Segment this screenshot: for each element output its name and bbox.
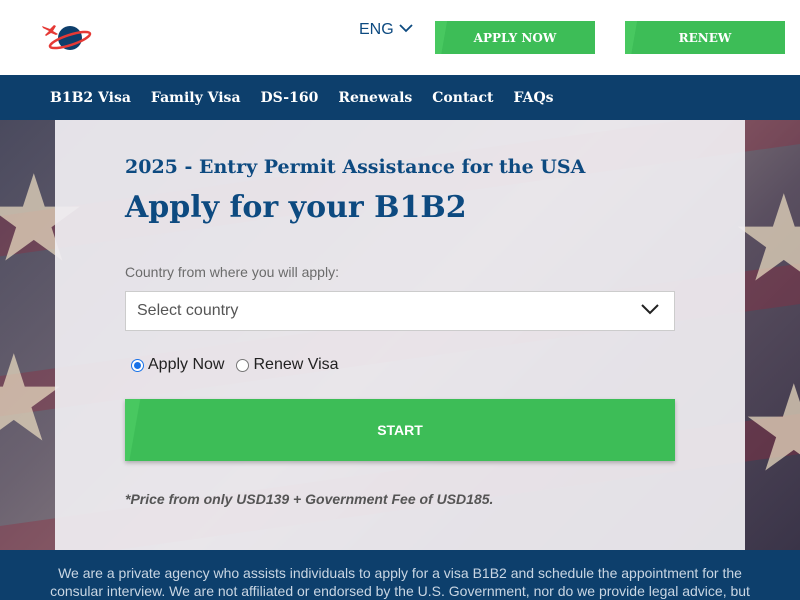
language-selector[interactable]: ENG — [359, 20, 414, 40]
radio-renew-visa-label: Renew Visa — [253, 356, 339, 373]
nav-item-faqs[interactable]: FAQs — [513, 90, 553, 106]
card-title: Apply for your B1B2 — [125, 190, 467, 225]
language-label: ENG — [359, 21, 394, 38]
application-card: 2025 - Entry Permit Assistance for the U… — [55, 120, 745, 550]
country-select-value: Select country — [137, 302, 239, 319]
chevron-down-icon — [398, 20, 414, 41]
globe-plane-logo[interactable] — [38, 20, 94, 56]
radio-option-apply-now[interactable]: Apply Now — [131, 356, 224, 374]
price-note: *Price from only USD139 + Government Fee… — [125, 491, 494, 507]
radio-apply-now-label: Apply Now — [148, 356, 225, 373]
start-button[interactable]: START — [125, 399, 675, 461]
chevron-down-icon — [640, 302, 660, 321]
renew-button[interactable]: RENEW — [625, 21, 785, 54]
country-label: Country from where you will apply: — [125, 264, 339, 280]
nav-item-contact[interactable]: Contact — [432, 90, 493, 106]
disclaimer-footer: We are a private agency who assists indi… — [0, 550, 800, 600]
disclaimer-text: We are a private agency who assists indi… — [50, 565, 750, 599]
nav-item-renewals[interactable]: Renewals — [338, 90, 412, 106]
apply-type-radios: Apply Now Renew Visa — [131, 356, 339, 374]
renew-label: RENEW — [678, 30, 732, 45]
radio-apply-now[interactable] — [131, 358, 144, 372]
radio-renew-visa[interactable] — [236, 358, 250, 372]
radio-option-renew-visa[interactable]: Renew Visa — [236, 356, 339, 374]
nav-item-b1b2-visa[interactable]: B1B2 Visa — [50, 90, 131, 106]
start-button-label: START — [377, 422, 423, 438]
star-icon: ★ — [740, 360, 800, 499]
nav-item-ds-160[interactable]: DS-160 — [261, 90, 319, 106]
main-nav: B1B2 Visa Family Visa DS-160 Renewals Co… — [0, 75, 800, 120]
site-header: ENG APPLY NOW RENEW — [0, 0, 800, 75]
apply-now-button[interactable]: APPLY NOW — [435, 21, 595, 54]
nav-item-family-visa[interactable]: Family Visa — [151, 90, 241, 106]
card-subtitle: 2025 - Entry Permit Assistance for the U… — [125, 156, 586, 178]
country-select[interactable]: Select country — [125, 291, 675, 331]
apply-now-label: APPLY NOW — [473, 30, 557, 45]
